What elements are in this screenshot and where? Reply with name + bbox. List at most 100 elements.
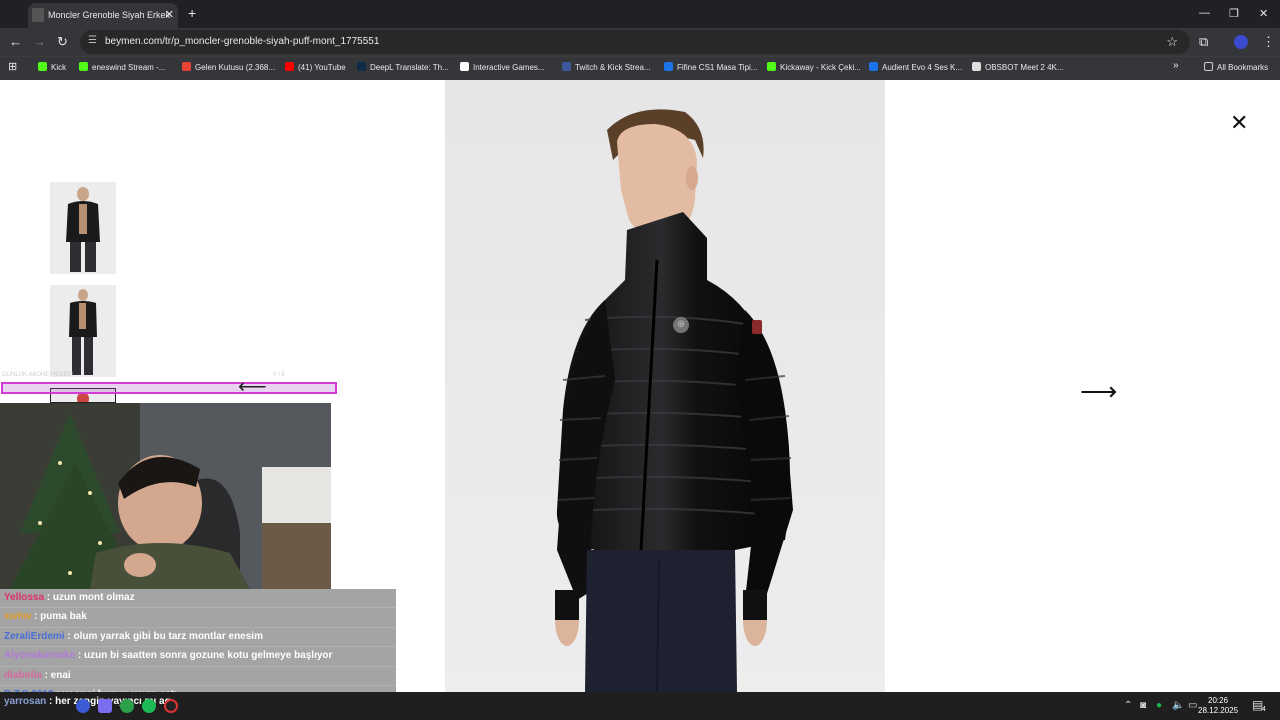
spotify-tray-icon[interactable]: ● [1156, 700, 1162, 711]
taskbar-clock[interactable]: 20:26 28.12.2025 [1198, 696, 1238, 716]
tab-favicon-icon [32, 8, 44, 22]
next-image-arrow[interactable]: ⟶ [1080, 376, 1117, 407]
stream-chat: Yellossa : uzun mont olmaz xwhw : puma ba… [0, 589, 396, 706]
browser-titlebar: Moncler Grenoble Siyah Erkek ✕ + — ❐ ✕ [0, 0, 1280, 28]
folder-icon [1204, 62, 1213, 71]
profile-avatar[interactable] [1234, 35, 1248, 49]
chat-username: xwhw [4, 611, 32, 623]
bookmark-favicon-icon [285, 62, 294, 71]
windows-taskbar: yarrosan : her zengin yayıncı mı aq ⌃ ◙ … [0, 692, 1280, 720]
minimize-button[interactable]: — [1199, 7, 1210, 19]
thumbnail-image-front [50, 182, 116, 274]
chat-username: diabolia [4, 669, 42, 681]
chat-text: : puma bak [31, 611, 87, 623]
chat-message: xwhw : puma bak [0, 608, 396, 628]
address-bar[interactable]: ☰ beymen.com/tr/p_moncler-grenoble-siyah… [80, 30, 1190, 54]
bookmark-favicon-icon [182, 62, 191, 71]
subscriber-goal-bar [1, 382, 337, 394]
taskbar-app-icon[interactable] [98, 699, 112, 713]
clock-date: 28.12.2025 [1198, 706, 1239, 715]
url-text: beymen.com/tr/p_moncler-grenoble-siyah-p… [105, 36, 380, 47]
close-gallery-button[interactable]: ✕ [1230, 110, 1248, 136]
bookmark-item[interactable]: eneswind Stream -... [79, 62, 165, 72]
bookmark-label: (41) YouTube [298, 63, 346, 72]
bookmark-favicon-icon [562, 62, 571, 71]
bookmark-favicon-icon [357, 62, 366, 71]
browser-tab[interactable]: Moncler Grenoble Siyah Erkek ✕ [28, 3, 178, 28]
gallery-thumbnail[interactable] [50, 285, 116, 377]
all-bookmarks-label: All Bookmarks [1217, 63, 1269, 72]
apps-icon[interactable]: ⊞ [8, 60, 17, 73]
menu-icon[interactable]: ⋮ [1262, 34, 1275, 50]
spotify-taskbar-icon[interactable] [142, 699, 156, 713]
product-photo [445, 80, 885, 692]
zoom-icon[interactable]: ⊕ [673, 317, 689, 333]
forward-button[interactable]: → [33, 34, 46, 49]
tab-title: Moncler Grenoble Siyah Erkek [48, 10, 171, 20]
bookmark-label: Interactive Games... [473, 63, 545, 72]
chat-message: diabolia : enai [0, 666, 396, 686]
bookmarks-overflow-icon[interactable]: » [1173, 60, 1179, 71]
discord-tray-icon[interactable]: ◙ [1140, 700, 1146, 711]
bookmark-star-icon[interactable]: ☆ [1166, 34, 1178, 50]
bookmark-favicon-icon [767, 62, 776, 71]
reload-button[interactable]: ↻ [57, 34, 68, 50]
bookmark-item[interactable]: Interactive Games... [460, 62, 545, 72]
tab-close-icon[interactable]: ✕ [165, 8, 174, 21]
bookmark-item[interactable]: Gelen Kutusu (2.368... [182, 62, 275, 72]
bookmark-label: Kick [51, 63, 67, 72]
chat-username: Yellossa [4, 592, 45, 603]
gallery-thumbnail[interactable] [50, 182, 116, 274]
bookmark-item[interactable]: Fifine CS1 Masa Tipi... [664, 62, 757, 72]
bookmark-item[interactable]: Kick [38, 62, 66, 72]
thumbnail-image-side [50, 285, 116, 377]
network-icon[interactable]: ▭ [1188, 700, 1197, 711]
new-tab-button[interactable]: + [188, 5, 196, 21]
webcam-overlay [0, 403, 331, 589]
bookmark-item[interactable]: (41) YouTube [285, 62, 346, 72]
prev-image-arrow[interactable]: ⟵ [238, 374, 267, 399]
bookmark-label: OBSBOT Meet 2 4K... [985, 63, 1064, 72]
taskbar-app-icon[interactable] [76, 699, 90, 713]
bookmark-item[interactable]: Twitch & Kick Strea... [562, 62, 651, 72]
bookmarks-bar: ⊞ Kick eneswind Stream -... Gelen Kutusu (… [0, 56, 1280, 80]
bookmark-label: Fifine CS1 Masa Tipi... [677, 63, 758, 72]
bookmark-favicon-icon [869, 62, 878, 71]
bookmark-label: Kickaway - Kick Çeki... [780, 63, 861, 72]
site-info-icon[interactable]: ☰ [88, 35, 97, 46]
bookmark-item[interactable]: Kickaway - Kick Çeki... [767, 62, 861, 72]
taskbar-app-icon[interactable] [120, 699, 134, 713]
clock-time: 20:26 [1208, 696, 1229, 705]
back-button[interactable]: ← [9, 34, 22, 49]
chat-message: Yellossa : uzun mont olmaz [0, 589, 396, 609]
chat-text: : uzun mont olmaz [44, 592, 135, 603]
bookmark-favicon-icon [38, 62, 47, 71]
bookmark-item[interactable]: DeepL Translate: Th... [357, 62, 449, 72]
extensions-icon[interactable]: ⧉ [1199, 34, 1208, 50]
notification-count: 4 [1262, 706, 1266, 713]
chat-text: : enai [41, 669, 71, 681]
bookmark-item[interactable]: OBSBOT Meet 2 4K... [972, 62, 1064, 72]
product-main-image[interactable] [445, 80, 885, 692]
bookmark-label: Gelen Kutusu (2.368... [195, 63, 276, 72]
tray-overflow-icon[interactable]: ⌃ [1124, 700, 1132, 711]
bookmark-favicon-icon [79, 62, 88, 71]
bookmark-label: Audient Evo 4 Ses K... [882, 63, 963, 72]
browser-toolbar: ← → ↻ ☰ beymen.com/tr/p_moncler-grenoble… [0, 28, 1280, 56]
chat-username: Alyonakaraoke [4, 650, 76, 662]
chat-text: : olum yarrak gibi bu tarz montlar enesi… [64, 630, 263, 642]
chat-username: ZeraliErdemi [4, 630, 65, 642]
bookmark-favicon-icon [972, 62, 981, 71]
chat-text: : uzun bi saatten sonra gozune kotu gelm… [75, 650, 333, 662]
volume-icon[interactable]: 🔈 [1172, 700, 1184, 711]
bookmark-favicon-icon [664, 62, 673, 71]
chat-message: Alyonakaraoke : uzun bi saatten sonra go… [0, 647, 396, 667]
subscriber-goal-count: 0 / 5 [273, 372, 285, 378]
chat-overflow-user: yarrosan [4, 696, 47, 707]
all-bookmarks[interactable]: All Bookmarks [1204, 62, 1268, 72]
restore-button[interactable]: ❐ [1229, 7, 1239, 20]
close-window-button[interactable]: ✕ [1259, 7, 1268, 20]
obs-taskbar-icon[interactable] [164, 699, 178, 713]
bookmark-favicon-icon [460, 62, 469, 71]
bookmark-item[interactable]: Audient Evo 4 Ses K... [869, 62, 962, 72]
